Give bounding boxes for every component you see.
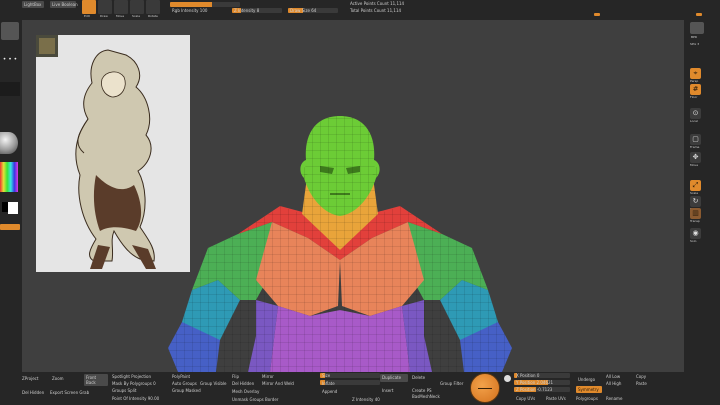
bottom-col6-item-3[interactable]: Create PS <box>412 388 432 393</box>
alpha-thumbnail[interactable] <box>0 82 20 96</box>
bottom-col4-item-1[interactable]: Del Hidden <box>232 381 254 386</box>
material-sphere-icon[interactable] <box>0 132 18 154</box>
top-right-indicator-2 <box>696 13 702 16</box>
draw-mode-label: Draw <box>100 14 108 18</box>
transp-label: Transp <box>690 219 700 223</box>
dial-center-line <box>478 388 492 389</box>
bottom-col3-item-2[interactable]: Group Visible <box>200 381 227 386</box>
bottom-col6-item-1[interactable]: Delete <box>412 375 425 380</box>
sculpt-model[interactable] <box>160 110 520 372</box>
bottom-col8-item-1: Symmetry <box>578 387 599 392</box>
bottom-col2-item-1[interactable]: Mask By Polygroups 0 <box>112 381 156 386</box>
persp-icon[interactable]: ⌖ <box>690 68 701 79</box>
bottom-col4-item-4[interactable]: Mirror <box>262 374 274 379</box>
bottom-col7-item-2: Z Position -0.7123 <box>516 387 553 392</box>
bottom-col2-item-2[interactable]: Groups Split <box>112 388 136 393</box>
edit-mode-button[interactable] <box>82 0 96 14</box>
bottom-col3-item-1[interactable]: Auto Groups <box>172 381 197 386</box>
rgb-intensity-slider[interactable] <box>170 2 240 7</box>
symmetry-toggle-icon[interactable] <box>504 375 511 382</box>
zbrush-window: LightBox Live Boolean Edit Draw Move Sca… <box>0 0 720 405</box>
top-right-indicator <box>594 13 600 16</box>
bottom-col6-item-5[interactable]: Group Filter <box>440 381 463 386</box>
rotate-mode-button[interactable] <box>146 0 160 14</box>
bottom-col3-item-4[interactable]: Unmask Groups Border <box>232 397 278 402</box>
z-intensity-label: Z Intensity 8 <box>234 8 260 13</box>
bottom-col8-item-3[interactable]: All High <box>606 381 621 386</box>
active-points-count: Active Points Count 11,114 <box>350 1 405 6</box>
scale-mode-button[interactable] <box>130 0 144 14</box>
bottom-col5-item-2: Z Intensity 40 <box>352 397 380 402</box>
lightbox-label: LightBox <box>24 2 42 7</box>
bottom-col8-item-4[interactable]: Copy <box>636 374 646 379</box>
draw-size-label: Draw Size 64 <box>290 8 317 13</box>
color-picker-icon[interactable] <box>0 162 18 192</box>
bottom-col6-item-2[interactable]: Insert <box>382 388 393 393</box>
bottom-col7-item-1: Y Position 2.04621 <box>516 380 554 385</box>
move-mode-label: Move <box>116 14 125 18</box>
bottom-col7-item-0: X Position 0 <box>516 373 540 378</box>
bottom-col8-item-0[interactable]: Undergo <box>578 377 595 382</box>
stroke-dots[interactable]: • • • <box>0 56 20 66</box>
bottom-col1-item-3: Back <box>86 380 96 385</box>
rotate-icon[interactable]: ↻ <box>690 196 701 207</box>
local-label: Local <box>690 119 698 123</box>
bottom-col1-item-5[interactable]: Export Screen Grab <box>50 390 89 395</box>
floor-label: Floor <box>690 95 698 99</box>
bottom-col1-item-0[interactable]: ZProject <box>22 376 38 381</box>
bottom-col4-item-3[interactable]: Mirror And Weld <box>262 381 294 386</box>
bottom-col1-item-4[interactable]: Del Hidden <box>22 390 44 395</box>
rgb-intensity-label: Rgb Intensity 100 <box>172 8 208 13</box>
scale-mode-label: Scale <box>132 14 141 18</box>
total-points-count: Total Points Count 11,114 <box>350 8 402 13</box>
bottom-col8-item-2[interactable]: All Low <box>606 374 620 379</box>
frame-label: Frame <box>690 145 700 149</box>
brush-thumbnail[interactable] <box>1 22 19 40</box>
left-orange-tab[interactable] <box>0 224 20 230</box>
bottom-col6-item-0: Duplicate <box>382 375 402 380</box>
rotate-mode-label: Rotate <box>148 14 158 18</box>
bottom-col2-item-0[interactable]: Spotlight Projection <box>112 374 151 379</box>
bottom-col4-item-2[interactable]: Mesh Overlay <box>232 389 259 394</box>
bottom-col7-item-5[interactable]: Polygroups <box>576 396 598 401</box>
frame-icon[interactable]: ▢ <box>690 134 701 145</box>
floor-icon[interactable]: # <box>690 84 701 95</box>
solo-label: Solo <box>690 239 697 243</box>
bottom-col4-item-5[interactable]: Append <box>322 389 337 394</box>
bottom-col5-item-1: Inflate <box>322 381 335 386</box>
bpr-button[interactable] <box>690 22 704 34</box>
bottom-col4-item-0[interactable]: Flip <box>232 374 239 379</box>
bottom-col3-item-0[interactable]: PolyPaint <box>172 374 190 379</box>
bottom-col1-item-1[interactable]: Zoom <box>52 376 64 381</box>
scale-icon[interactable]: ⤢ <box>690 180 701 191</box>
bottom-col7-item-3[interactable]: Copy UVs <box>516 396 535 401</box>
bottom-col6-item-4[interactable]: BasMeshNeck <box>412 394 440 399</box>
bottom-col2-item-3[interactable]: Point Of Intensity 90.00 <box>112 396 159 401</box>
solo-icon[interactable]: ◉ <box>690 228 701 239</box>
move-icon[interactable]: ✥ <box>690 152 701 163</box>
secondary-color-swatch[interactable] <box>8 202 18 214</box>
draw-mode-button[interactable] <box>98 0 112 14</box>
bpr-label: BPR <box>691 35 697 39</box>
edit-mode-label: Edit <box>84 14 90 18</box>
bottom-col5-item-0: Size <box>322 373 331 378</box>
local-icon[interactable]: ⊙ <box>690 108 701 119</box>
move-label: Move <box>690 163 699 167</box>
move-mode-button[interactable] <box>114 0 128 14</box>
left-panel <box>0 20 22 372</box>
spix-label: SPix 3 <box>690 42 700 46</box>
bottom-col7-item-4[interactable]: Paste UVs <box>546 396 566 401</box>
bottom-col8-item-5[interactable]: Paste <box>636 381 647 386</box>
bottom-col8-item-6[interactable]: Rename <box>606 396 622 401</box>
live-boolean-label: Live Boolean <box>52 2 78 7</box>
transp-icon[interactable]: ▥ <box>690 208 701 219</box>
bottom-col3-item-3[interactable]: Group Masked <box>172 388 201 393</box>
